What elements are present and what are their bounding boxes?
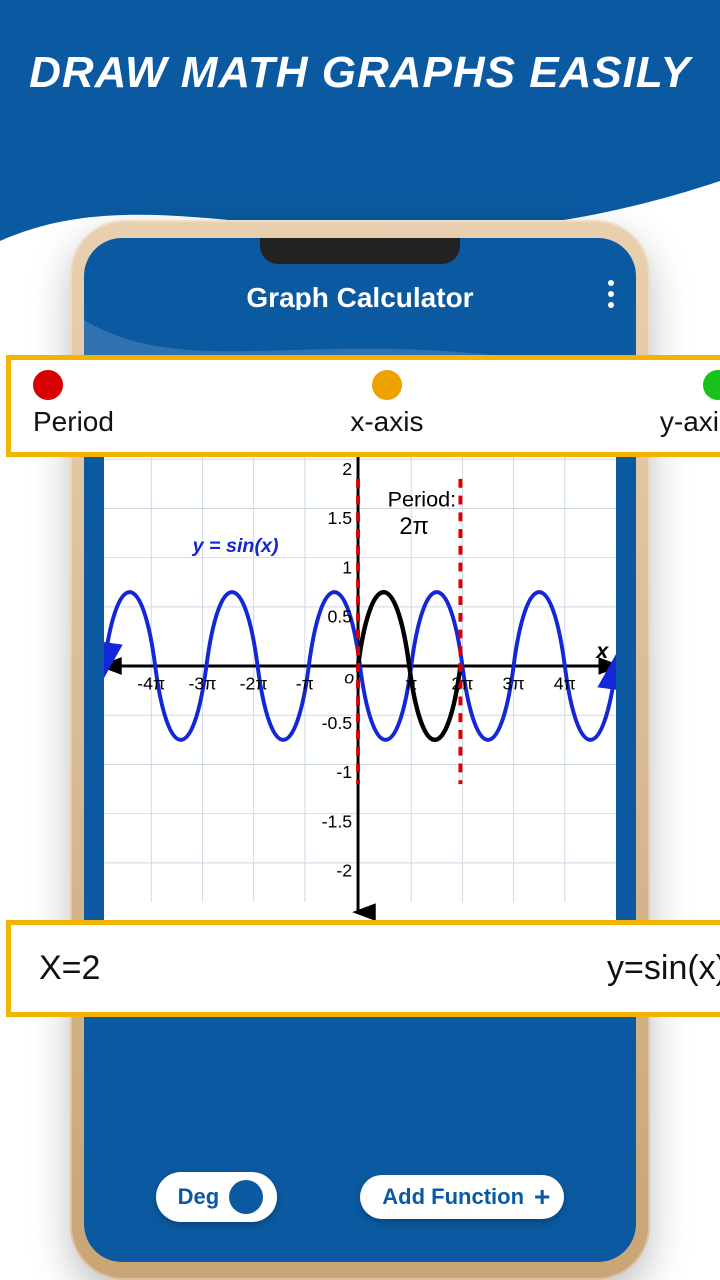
overflow-menu-icon[interactable] [608, 280, 614, 308]
equation-bar: X=2 y=sin(x) [6, 920, 720, 1017]
toggle-knob [229, 1180, 263, 1214]
graph-area[interactable]: y x o y = sin(x) Period: 2π 2 1.5 1 0.5 … [104, 386, 616, 946]
svg-text:0.5: 0.5 [327, 607, 352, 627]
svg-text:Period:: Period: [388, 486, 457, 511]
bottom-controls: Deg Add Function + [84, 1172, 636, 1222]
svg-text:π: π [405, 674, 417, 694]
svg-text:-2: -2 [336, 861, 352, 881]
svg-text:-2π: -2π [240, 674, 268, 694]
svg-text:-π: -π [296, 674, 314, 694]
svg-text:-1.5: -1.5 [322, 811, 353, 831]
svg-text:-1: -1 [336, 762, 352, 782]
svg-text:1.5: 1.5 [327, 508, 352, 528]
angle-mode-toggle[interactable]: Deg [156, 1172, 278, 1222]
dot-orange-icon [372, 370, 402, 400]
plus-icon: + [534, 1183, 550, 1211]
svg-text:4π: 4π [554, 674, 576, 694]
svg-text:-3π: -3π [188, 674, 216, 694]
legend-y-axis: y-axis [660, 370, 720, 438]
svg-text:2: 2 [342, 459, 352, 479]
svg-text:3π: 3π [503, 674, 525, 694]
legend-bar: Period x-axis y-axis [6, 355, 720, 457]
chart-svg: y x o y = sin(x) Period: 2π 2 1.5 1 0.5 … [104, 386, 616, 946]
angle-mode-label: Deg [178, 1184, 220, 1210]
legend-period: Period [33, 370, 114, 438]
svg-text:-4π: -4π [137, 674, 165, 694]
svg-text:2π: 2π [451, 674, 473, 694]
svg-text:-0.5: -0.5 [322, 713, 353, 733]
legend-x-axis: x-axis [350, 370, 423, 438]
hero-title: DRAW MATH GRAPHS EASILY [0, 0, 720, 98]
svg-text:y = sin(x): y = sin(x) [192, 535, 279, 557]
svg-text:x: x [595, 638, 609, 663]
equation-y: y=sin(x) [607, 949, 720, 988]
add-function-label: Add Function [382, 1184, 524, 1210]
svg-text:o: o [344, 668, 354, 688]
dot-red-icon [33, 370, 63, 400]
equation-x: X=2 [39, 949, 100, 988]
dot-green-icon [703, 370, 720, 400]
svg-text:1: 1 [342, 557, 352, 577]
add-function-button[interactable]: Add Function + [360, 1175, 564, 1219]
svg-text:2π: 2π [399, 514, 428, 540]
phone-notch [260, 238, 460, 264]
